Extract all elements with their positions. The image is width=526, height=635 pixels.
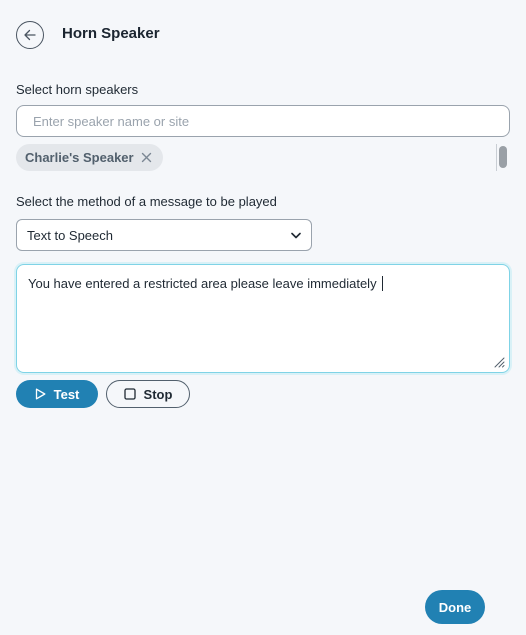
back-button[interactable]	[16, 21, 44, 49]
done-button[interactable]: Done	[425, 590, 485, 624]
speakers-label: Select horn speakers	[16, 82, 139, 97]
text-caret	[381, 276, 383, 291]
chevron-down-icon	[291, 232, 301, 239]
speaker-chip-label: Charlie's Speaker	[25, 150, 134, 165]
page-title: Horn Speaker	[62, 25, 160, 42]
horn-speaker-panel: Horn Speaker Select horn speakers Charli…	[0, 0, 526, 635]
test-button[interactable]: Test	[16, 380, 98, 408]
remove-speaker-button[interactable]	[139, 151, 153, 165]
resize-handle-icon[interactable]	[491, 354, 505, 368]
method-label: Select the method of a message to be pla…	[16, 194, 277, 209]
play-icon	[35, 388, 46, 400]
done-button-label: Done	[438, 599, 472, 615]
close-icon	[141, 152, 151, 163]
message-textarea[interactable]: You have entered a restricted area pleas…	[16, 264, 510, 373]
stop-button[interactable]: Stop	[106, 380, 190, 408]
method-select-value: Text to Speech	[27, 227, 113, 243]
speaker-chip: Charlie's Speaker	[16, 144, 163, 171]
arrow-left-icon	[24, 29, 36, 41]
message-text: You have entered a restricted area pleas…	[28, 276, 377, 291]
test-button-label: Test	[53, 386, 80, 402]
speaker-search-input[interactable]	[16, 105, 510, 137]
stop-button-label: Stop	[143, 386, 173, 402]
stop-icon	[123, 388, 136, 400]
scrollbar-thumb[interactable]	[499, 146, 507, 168]
method-select[interactable]: Text to Speech	[16, 219, 312, 251]
